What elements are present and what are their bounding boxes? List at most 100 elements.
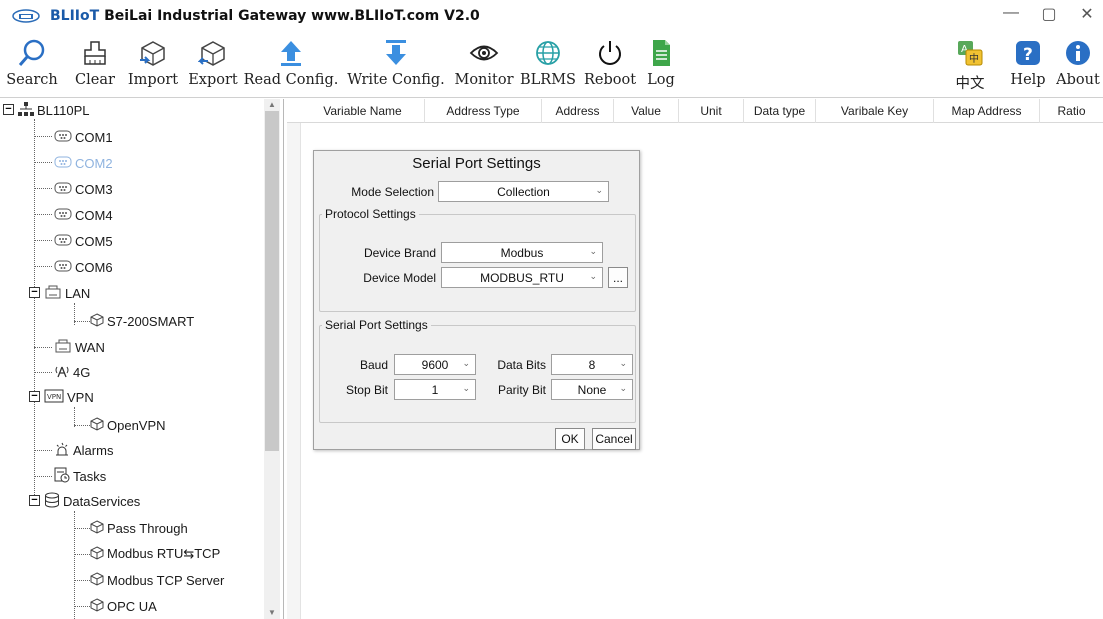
chevron-down-icon: ⌄ — [619, 358, 627, 368]
svg-text:中: 中 — [969, 52, 979, 65]
read-config-label: Read Config. — [243, 72, 339, 88]
svg-text:VPN: VPN — [47, 393, 61, 401]
window-title-text: BeiLai Industrial Gateway www.BLIIoT.com… — [104, 8, 480, 24]
tree-node-com3[interactable]: COM3 — [54, 178, 113, 200]
database-icon — [44, 492, 60, 511]
write-config-label: Write Config. — [347, 72, 445, 88]
column-header[interactable]: Map Address — [934, 99, 1040, 123]
stop-bit-dropdown[interactable]: 1 ⌄ — [394, 379, 476, 400]
reboot-button[interactable]: Reboot — [580, 32, 640, 98]
tree-node-modbus-rtu-tcp[interactable]: Modbus RTU⇆TCP — [90, 543, 220, 565]
help-label: Help — [1010, 72, 1046, 88]
column-header[interactable]: Ratio — [1040, 99, 1103, 123]
log-button[interactable]: Log — [642, 32, 680, 98]
tree-node-com1[interactable]: COM1 — [54, 126, 113, 148]
tree-label-opcua: OPC UA — [107, 598, 157, 614]
log-file-icon — [644, 36, 678, 70]
tree-node-opcua[interactable]: OPC UA — [90, 595, 157, 617]
root-collapse-toggle[interactable]: − — [3, 104, 14, 115]
tree-node-com6[interactable]: COM6 — [54, 256, 113, 278]
tree-node-dataservices[interactable]: DataServices — [44, 490, 140, 512]
tree-label-openvpn: OpenVPN — [107, 417, 166, 433]
tree-label-wan: WAN — [75, 339, 105, 355]
device-brand-dropdown[interactable]: Modbus ⌄ — [441, 242, 603, 263]
cancel-button[interactable]: Cancel — [592, 428, 636, 450]
log-label: Log — [647, 72, 675, 88]
parity-bit-dropdown[interactable]: None ⌄ — [551, 379, 633, 400]
serial-port-icon — [54, 182, 72, 197]
tree-label-com2: COM2 — [75, 155, 113, 171]
device-brand-label: Device Brand — [363, 246, 436, 260]
serial-port-icon — [54, 260, 72, 275]
read-config-button[interactable]: Read Config. — [241, 32, 341, 98]
tree-node-passthrough[interactable]: Pass Through — [90, 517, 188, 539]
tree-scrollbar[interactable]: ▲ ▼ — [264, 99, 280, 619]
tree-node-openvpn[interactable]: OpenVPN — [90, 414, 166, 436]
help-icon: ? — [1011, 36, 1045, 70]
column-header[interactable]: Variable Name — [301, 99, 425, 123]
tree-node-root[interactable]: BL110PL — [18, 99, 90, 121]
import-button[interactable]: Import — [122, 32, 184, 98]
window-title-brand: BLIIoT — [50, 8, 100, 24]
tree-node-com5[interactable]: COM5 — [54, 230, 113, 252]
scroll-down-icon[interactable]: ▼ — [264, 607, 280, 619]
data-bits-dropdown[interactable]: 8 ⌄ — [551, 354, 633, 375]
dataservices-collapse-toggle[interactable]: − — [29, 495, 40, 506]
tree-node-vpn[interactable]: VPN VPN — [44, 386, 94, 408]
tree-label-tasks: Tasks — [73, 468, 107, 484]
scroll-up-icon[interactable]: ▲ — [264, 99, 280, 111]
device-tree[interactable]: − BL110PL COM1 COM2 COM3 COM4 COM5 COM6 … — [0, 99, 284, 619]
serial-port-icon — [54, 208, 72, 223]
tree-node-alarms[interactable]: Alarms — [54, 439, 113, 461]
write-config-button[interactable]: Write Config. — [343, 32, 449, 98]
column-header[interactable]: Address Type — [425, 99, 542, 123]
column-header[interactable]: Data type — [744, 99, 816, 123]
globe-icon — [531, 36, 565, 70]
export-icon — [196, 36, 230, 70]
column-header[interactable]: Varibale Key — [816, 99, 934, 123]
monitor-label: Monitor — [454, 72, 514, 88]
device-model-dropdown[interactable]: MODBUS_RTU ⌄ — [441, 267, 603, 288]
tree-node-modbus-tcp-server[interactable]: Modbus TCP Server — [90, 569, 224, 591]
tree-scroll-thumb[interactable] — [265, 111, 279, 451]
baud-dropdown[interactable]: 9600 ⌄ — [394, 354, 476, 375]
blrms-button[interactable]: BLRMS — [518, 32, 578, 98]
column-header[interactable]: Address — [542, 99, 614, 123]
search-button[interactable]: Search — [4, 32, 60, 98]
import-icon — [136, 36, 170, 70]
column-header[interactable]: Value — [614, 99, 679, 123]
vpn-collapse-toggle[interactable]: − — [29, 391, 40, 402]
protocol-settings-title: Protocol Settings — [322, 207, 419, 221]
minimize-button[interactable]: — — [1001, 4, 1021, 24]
clear-button[interactable]: Clear — [70, 32, 120, 98]
export-label: Export — [188, 72, 238, 88]
tree-node-4g[interactable]: 4G — [54, 361, 90, 383]
export-button[interactable]: Export — [185, 32, 241, 98]
device-model-more-button[interactable]: ... — [608, 267, 628, 288]
maximize-button[interactable]: ▢ — [1039, 4, 1059, 24]
language-button[interactable]: A中 中文 — [950, 32, 990, 98]
reboot-label: Reboot — [583, 72, 637, 88]
tree-label-passthrough: Pass Through — [107, 520, 188, 536]
device-cube-icon — [90, 597, 104, 615]
column-header[interactable]: Unit — [679, 99, 744, 123]
tree-node-s7[interactable]: S7-200SMART — [90, 310, 194, 332]
tree-node-wan[interactable]: WAN — [54, 336, 105, 358]
tree-node-lan[interactable]: LAN — [44, 282, 90, 304]
clear-icon — [78, 36, 112, 70]
help-button[interactable]: ? Help — [1007, 32, 1049, 98]
parity-bit-label: Parity Bit — [497, 383, 546, 397]
mode-selection-dropdown[interactable]: Collection ⌄ — [438, 181, 609, 202]
window-title: BLIIoT BeiLai Industrial Gateway www.BLI… — [50, 8, 480, 24]
data-bits-label: Data Bits — [497, 358, 546, 372]
dialog-title: Serial Port Settings — [412, 155, 541, 172]
monitor-button[interactable]: Monitor — [452, 32, 516, 98]
close-button[interactable]: ✕ — [1077, 4, 1097, 24]
tree-node-tasks[interactable]: Tasks — [54, 465, 106, 487]
lan-collapse-toggle[interactable]: − — [29, 287, 40, 298]
tree-node-com4[interactable]: COM4 — [54, 204, 113, 226]
tree-label-com5: COM5 — [75, 233, 113, 249]
ok-button[interactable]: OK — [555, 428, 585, 450]
tree-node-com2[interactable]: COM2 — [54, 152, 113, 174]
about-button[interactable]: About — [1054, 32, 1102, 98]
